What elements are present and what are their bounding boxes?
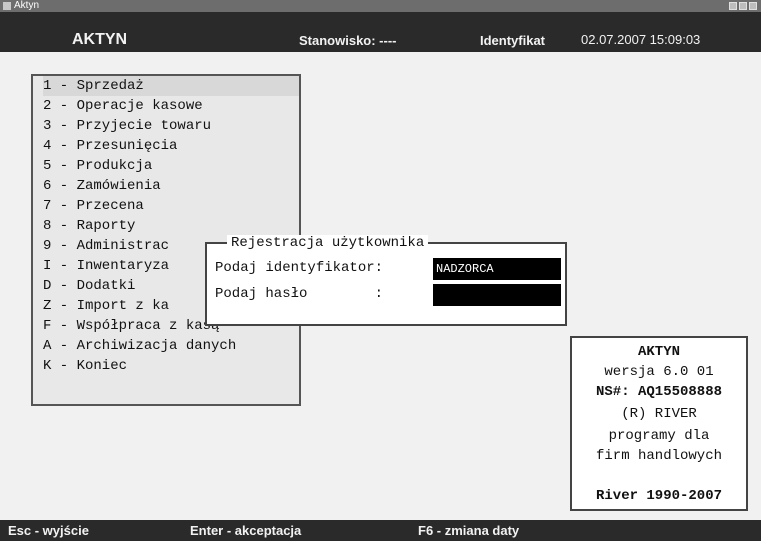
info-programs: programy dla	[608, 428, 710, 444]
window-title: Aktyn	[14, 0, 40, 11]
password-input[interactable]	[433, 284, 561, 306]
identifier-label: Identyfikat	[480, 33, 546, 48]
close-icon[interactable]	[749, 2, 757, 10]
station-label: Stanowisko: ----	[299, 33, 397, 48]
maximize-icon[interactable]	[739, 2, 747, 10]
password-prompt: Podaj hasło :	[215, 286, 384, 302]
app-name: AKTYN	[72, 31, 128, 48]
menu-item-koniec[interactable]: K - Koniec	[43, 356, 299, 376]
login-dialog: Rejestracja użytkownika Podaj identyfika…	[205, 235, 567, 326]
footer-f6-hint: F6 - zmiana daty	[418, 523, 520, 538]
menu-item-zamowienia[interactable]: 6 - Zamówienia	[43, 176, 299, 196]
minimize-icon[interactable]	[729, 2, 737, 10]
window-controls	[729, 2, 757, 10]
identifier-prompt: Podaj identyfikator:	[215, 260, 384, 276]
footer-bar: Esc - wyjście Enter - akceptacja F6 - zm…	[0, 520, 761, 541]
menu-item-produkcja[interactable]: 5 - Produkcja	[43, 156, 299, 176]
footer-enter-hint: Enter - akceptacja	[190, 523, 302, 538]
info-app-name: AKTYN	[637, 344, 680, 360]
info-copyright: River 1990-2007	[595, 488, 723, 504]
footer-esc-hint: Esc - wyjście	[8, 523, 89, 538]
version-info-box: AKTYN wersja 6.0 01 NS#: AQ15508888 (R) …	[570, 336, 748, 511]
identifier-input[interactable]: NADZORCA	[433, 258, 561, 280]
info-blank	[572, 466, 746, 486]
info-version: wersja 6.0 01	[604, 364, 714, 380]
window-titlebar: Aktyn	[0, 0, 761, 12]
datetime: 02.07.2007 15:09:03	[581, 32, 701, 47]
info-serial: NS#: AQ15508888	[595, 384, 723, 400]
info-firms: firm handlowych	[595, 448, 723, 464]
dialog-title: Rejestracja użytkownika	[227, 235, 429, 251]
info-river: (R) RIVER	[621, 406, 697, 422]
header-bar: AKTYN Stanowisko: ---- Identyfikat 02.07…	[0, 12, 761, 52]
main-area: 1 - Sprzedaż 2 - Operacje kasowe 3 - Prz…	[0, 52, 761, 520]
menu-item-raporty[interactable]: 8 - Raporty	[43, 216, 299, 236]
menu-item-operacje-kasowe[interactable]: 2 - Operacje kasowe	[43, 96, 299, 116]
menu-item-przesuniecia[interactable]: 4 - Przesunięcia	[43, 136, 299, 156]
menu-item-przyjecie-towaru[interactable]: 3 - Przyjecie towaru	[43, 116, 299, 136]
menu-item-przecena[interactable]: 7 - Przecena	[43, 196, 299, 216]
app-icon	[3, 2, 11, 10]
menu-item-sprzedaz[interactable]: 1 - Sprzedaż	[43, 76, 299, 96]
menu-item-archiwizacja[interactable]: A - Archiwizacja danych	[43, 336, 299, 356]
